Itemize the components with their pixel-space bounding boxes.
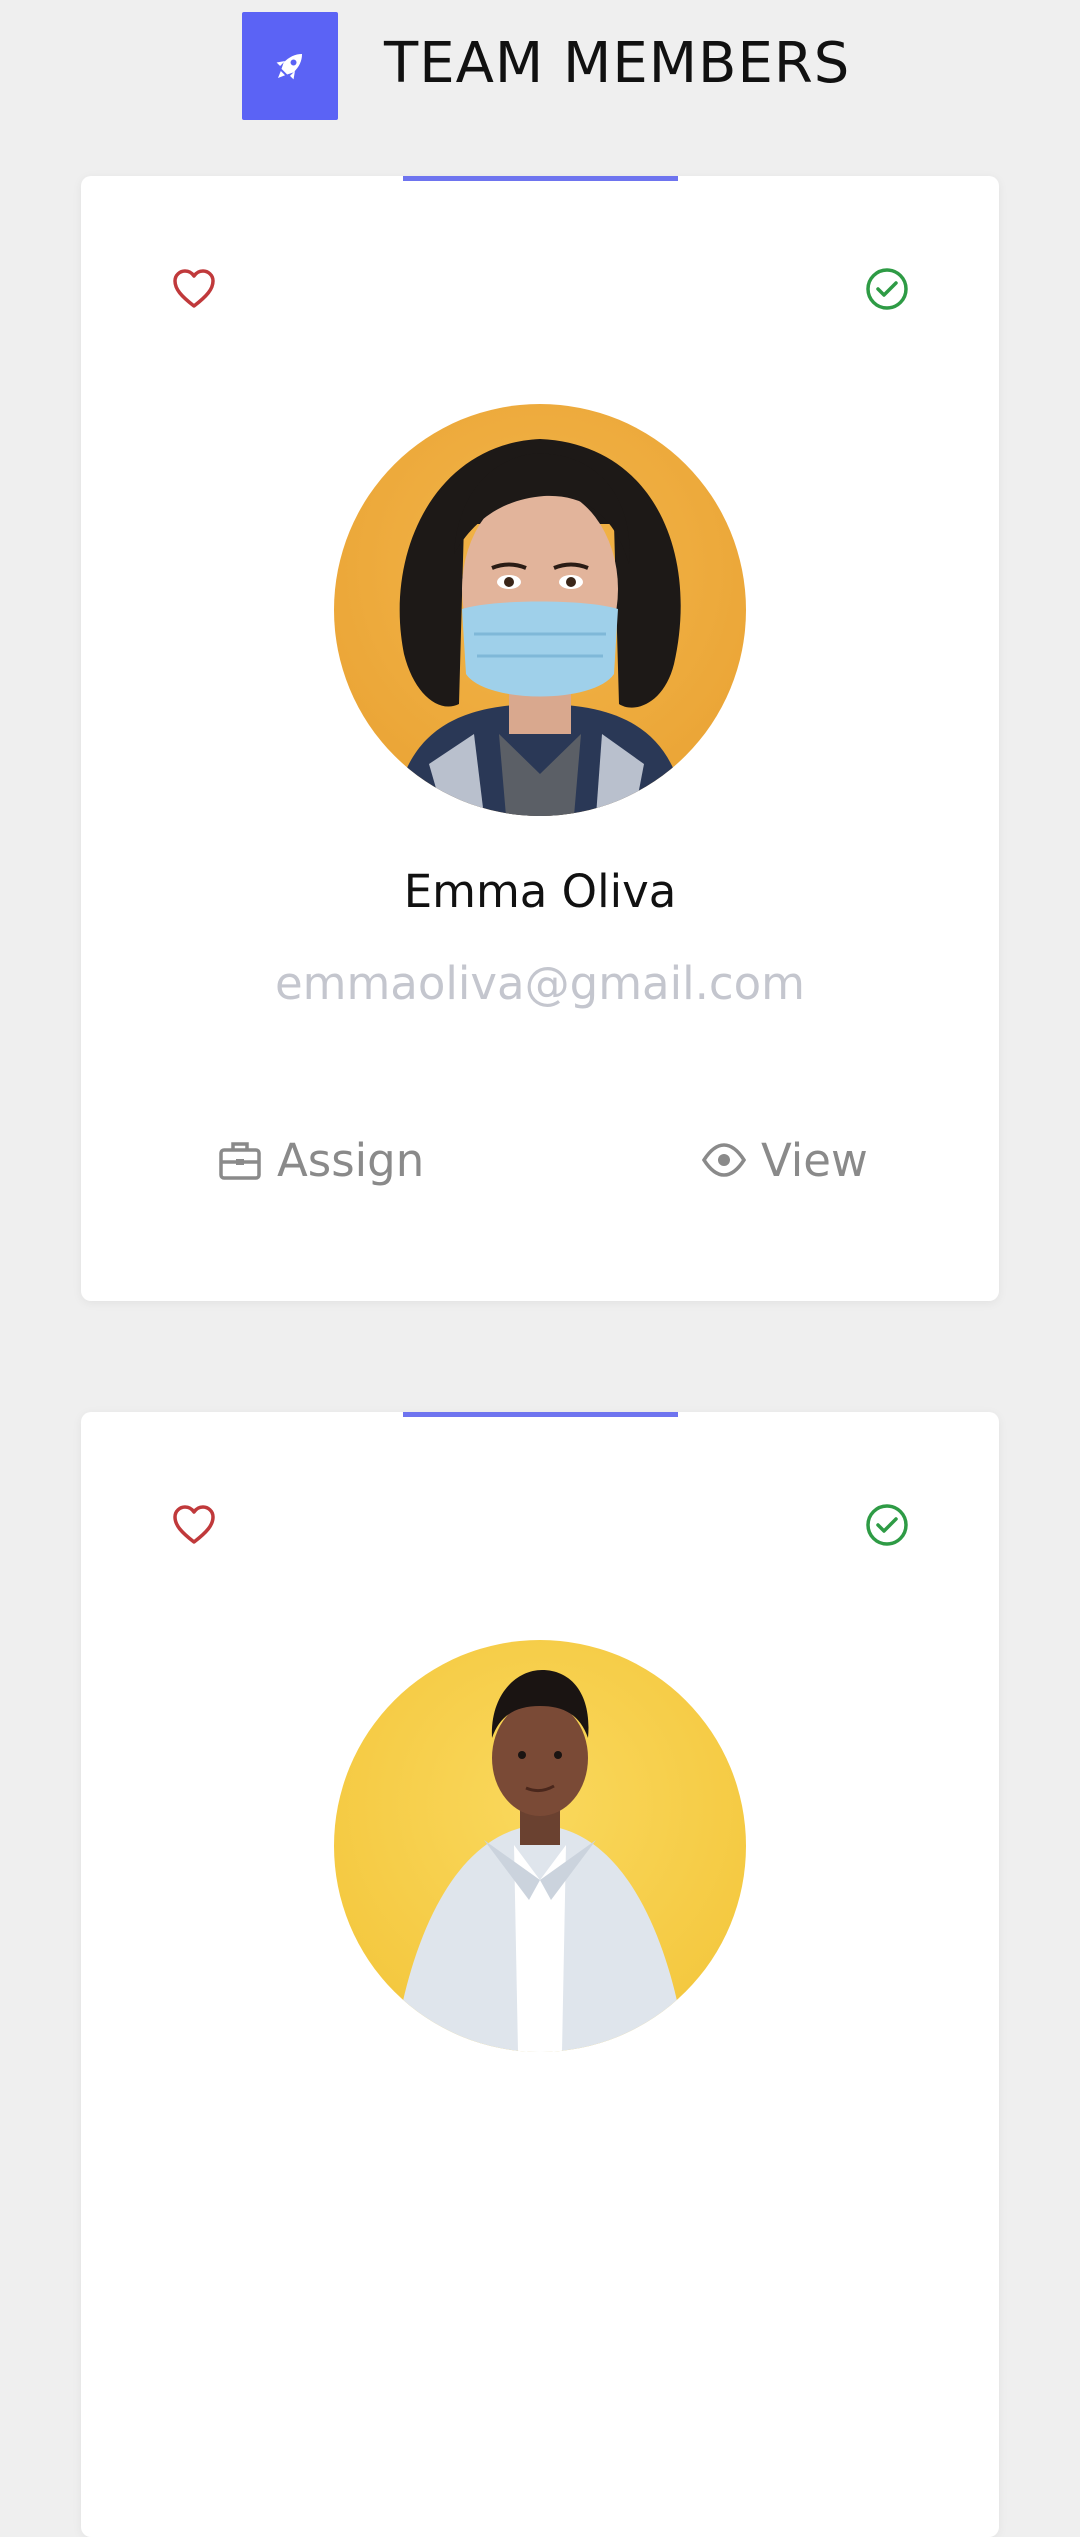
briefcase-icon [217, 1137, 263, 1183]
verified-badge [864, 1502, 910, 1548]
member-name: Emma Oliva [403, 865, 677, 918]
avatar [334, 1640, 746, 2052]
view-label: View [761, 1133, 868, 1187]
eye-icon [701, 1137, 747, 1183]
page-title: TEAM MEMBERS [384, 31, 851, 96]
avatar [334, 404, 746, 816]
card-accent-bar [403, 1412, 678, 1417]
check-circle-icon [866, 268, 908, 310]
app-header: TEAM MEMBERS [0, 0, 1080, 132]
check-circle-icon [866, 1504, 908, 1546]
member-card [81, 1412, 999, 2537]
app-logo[interactable] [242, 12, 338, 120]
heart-icon [173, 269, 215, 308]
member-email: emmaoliva@gmail.com [274, 957, 806, 1010]
verified-badge [864, 266, 910, 312]
assign-button[interactable]: Assign [217, 1130, 424, 1190]
card-accent-bar [403, 176, 678, 181]
view-button[interactable]: View [701, 1130, 868, 1190]
member-card: Emma Oliva emmaoliva@gmail.com Assign Vi… [81, 176, 999, 1301]
assign-label: Assign [277, 1133, 425, 1187]
favorite-button[interactable] [171, 266, 217, 312]
heart-icon [173, 1505, 215, 1544]
favorite-button[interactable] [171, 1502, 217, 1548]
rocket-icon [276, 53, 303, 80]
